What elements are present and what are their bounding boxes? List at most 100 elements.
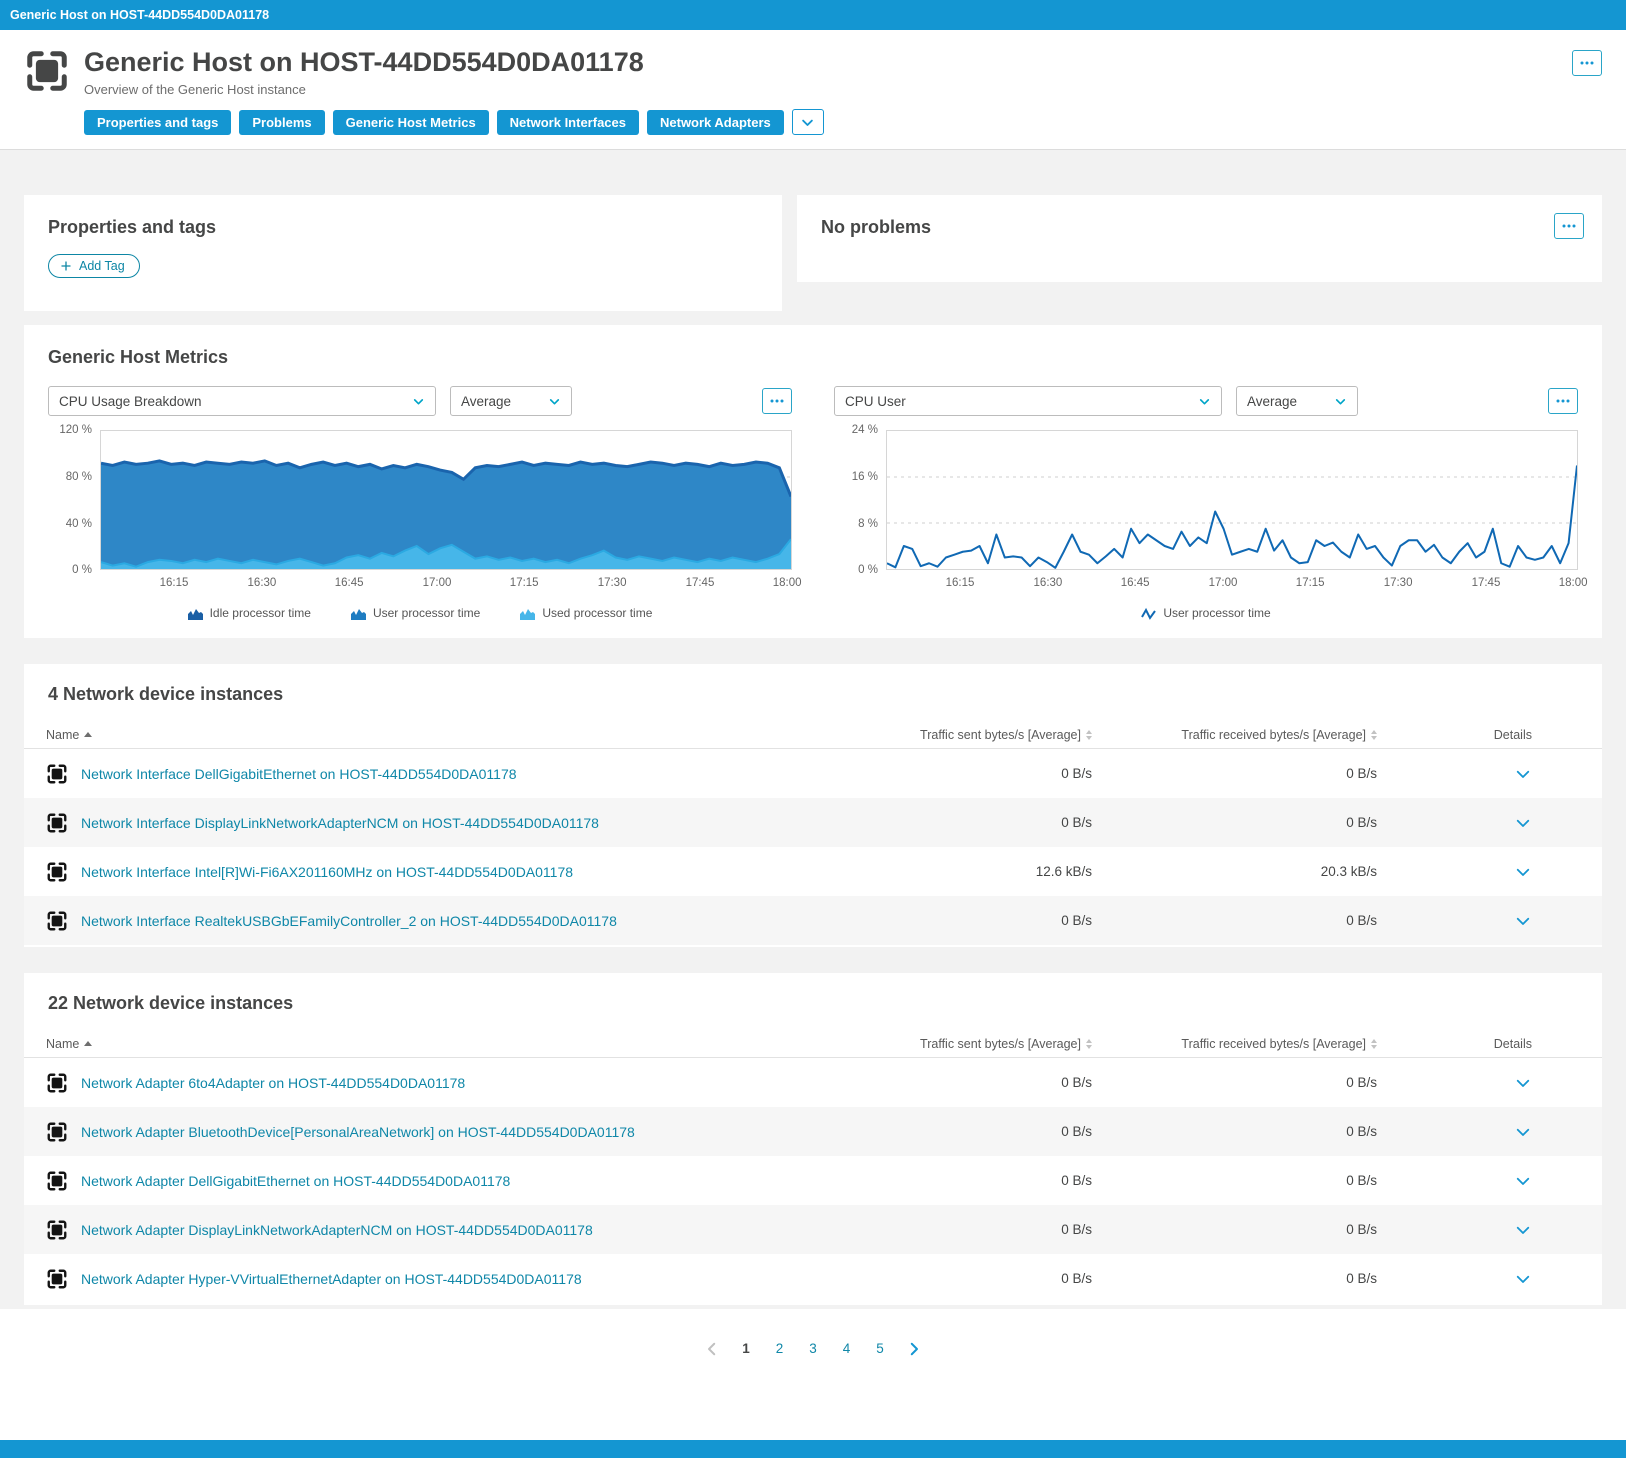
traffic-received-value: 0 B/s — [1092, 1173, 1377, 1188]
expand-row-chevron-icon[interactable] — [1514, 814, 1532, 832]
legend-item[interactable]: Idle processor time — [188, 606, 311, 620]
page-title: Generic Host on HOST-44DD554D0DA01178 — [84, 46, 644, 78]
pagination-page[interactable]: 3 — [804, 1339, 822, 1358]
legend-item[interactable]: User processor time — [1141, 606, 1270, 620]
expand-row-chevron-icon[interactable] — [1514, 1270, 1532, 1288]
tab-button[interactable]: Problems — [239, 110, 324, 135]
metric-selector-dropdown[interactable]: CPU Usage Breakdown — [48, 386, 436, 416]
chart-more-button[interactable] — [1548, 388, 1578, 414]
host-icon — [46, 1170, 68, 1192]
more-tabs-button[interactable] — [792, 109, 824, 135]
network-adapters-card: 22 Network device instances Name Traffic… — [24, 973, 1602, 1305]
traffic-received-value: 0 B/s — [1092, 766, 1377, 781]
tab-button[interactable]: Network Interfaces — [497, 110, 639, 135]
sort-by-name-header[interactable]: Name — [46, 1037, 92, 1051]
chart-legend: Idle processor time User processor time — [48, 606, 792, 620]
host-icon — [46, 812, 68, 834]
table-row: Network Adapter DisplayLinkNetworkAdapte… — [24, 1205, 1602, 1254]
device-link[interactable]: Network Interface DisplayLinkNetworkAdap… — [81, 815, 599, 831]
details-header: Details — [1377, 1037, 1602, 1051]
table-row: Network Adapter DellGigabitEthernet on H… — [24, 1156, 1602, 1205]
host-icon — [46, 1219, 68, 1241]
table-header-row: Name Traffic sent bytes/s [Average] Traf… — [24, 1030, 1602, 1058]
sort-by-name-header[interactable]: Name — [46, 728, 92, 742]
traffic-received-value: 0 B/s — [1092, 1075, 1377, 1090]
ellipsis-icon — [1577, 53, 1597, 73]
table-row: Network Adapter BluetoothDevice[Personal… — [24, 1107, 1602, 1156]
problems-card: No problems — [797, 195, 1602, 282]
aggregation-dropdown[interactable]: Average — [1236, 386, 1358, 416]
legend-item[interactable]: User processor time — [351, 606, 480, 620]
view-tabs: Properties and tags Problems Generic Hos… — [84, 109, 1602, 135]
aggregation-dropdown[interactable]: Average — [450, 386, 572, 416]
expand-row-chevron-icon[interactable] — [1514, 1172, 1532, 1190]
y-axis-labels: 24 %16 %8 %0 % — [834, 423, 886, 577]
expand-row-chevron-icon[interactable] — [1514, 1123, 1532, 1141]
device-link[interactable]: Network Adapter DisplayLinkNetworkAdapte… — [81, 1222, 593, 1238]
device-link[interactable]: Network Adapter 6to4Adapter on HOST-44DD… — [81, 1075, 465, 1091]
header-more-button[interactable] — [1572, 50, 1602, 76]
sort-by-sent-header[interactable]: Traffic sent bytes/s [Average] — [920, 1037, 1092, 1051]
traffic-received-value: 0 B/s — [1092, 913, 1377, 928]
tab-button[interactable]: Generic Host Metrics — [333, 110, 489, 135]
device-link[interactable]: Network Interface Intel[R]Wi-Fi6AX201160… — [81, 864, 573, 880]
host-icon — [24, 48, 70, 94]
host-icon — [46, 861, 68, 883]
device-link[interactable]: Network Interface DellGigabitEthernet on… — [81, 766, 517, 782]
host-icon — [46, 1072, 68, 1094]
traffic-sent-value: 0 B/s — [807, 815, 1092, 830]
cpu-usage-chart-plot[interactable] — [100, 430, 792, 570]
chevron-down-icon — [412, 395, 425, 408]
area-series-icon — [351, 607, 366, 620]
traffic-received-value: 0 B/s — [1092, 1222, 1377, 1237]
expand-row-chevron-icon[interactable] — [1514, 765, 1532, 783]
host-icon — [46, 1121, 68, 1143]
expand-row-chevron-icon[interactable] — [1514, 1221, 1532, 1239]
x-axis-labels: 16:1516:3016:4517:0017:1517:3017:4518:00 — [886, 570, 1578, 594]
device-link[interactable]: Network Interface RealtekUSBGbEFamilyCon… — [81, 913, 617, 929]
page-subtitle: Overview of the Generic Host instance — [84, 82, 644, 97]
breadcrumb[interactable]: Generic Host on HOST-44DD554D0DA01178 — [10, 8, 269, 22]
traffic-sent-value: 0 B/s — [807, 1173, 1092, 1188]
metric-selector-dropdown[interactable]: CPU User — [834, 386, 1222, 416]
pagination-page[interactable]: 4 — [838, 1339, 856, 1358]
pagination-page[interactable]: 5 — [871, 1339, 889, 1358]
sort-by-sent-header[interactable]: Traffic sent bytes/s [Average] — [920, 728, 1092, 742]
traffic-received-value: 0 B/s — [1092, 815, 1377, 830]
traffic-sent-value: 0 B/s — [807, 1075, 1092, 1090]
legend-item[interactable]: Used processor time — [520, 606, 652, 620]
ellipsis-icon — [1559, 216, 1579, 236]
expand-row-chevron-icon[interactable] — [1514, 1074, 1532, 1092]
sort-ascending-icon — [84, 1041, 92, 1046]
traffic-sent-value: 0 B/s — [807, 1222, 1092, 1237]
expand-row-chevron-icon[interactable] — [1514, 912, 1532, 930]
cpu-user-chart-plot[interactable] — [886, 430, 1578, 570]
traffic-sent-value: 12.6 kB/s — [807, 864, 1092, 879]
traffic-sent-value: 0 B/s — [807, 1271, 1092, 1286]
expand-row-chevron-icon[interactable] — [1514, 863, 1532, 881]
sort-by-received-header[interactable]: Traffic received bytes/s [Average] — [1181, 1037, 1377, 1051]
pagination-prev-icon[interactable] — [703, 1340, 721, 1358]
area-series-icon — [520, 607, 535, 620]
table-row: Network Adapter Hyper-VVirtualEthernetAd… — [24, 1254, 1602, 1303]
chevron-down-icon — [800, 115, 815, 130]
device-link[interactable]: Network Adapter DellGigabitEthernet on H… — [81, 1173, 510, 1189]
sort-by-received-header[interactable]: Traffic received bytes/s [Average] — [1181, 728, 1377, 742]
host-icon — [46, 910, 68, 932]
chevron-down-icon — [548, 395, 561, 408]
pagination-next-icon[interactable] — [905, 1340, 923, 1358]
device-link[interactable]: Network Adapter BluetoothDevice[Personal… — [81, 1124, 635, 1140]
properties-card: Properties and tags Add Tag — [24, 195, 782, 311]
pagination-page[interactable]: 2 — [771, 1339, 789, 1358]
chart-more-button[interactable] — [762, 388, 792, 414]
details-header: Details — [1377, 728, 1602, 742]
tab-button[interactable]: Properties and tags — [84, 110, 231, 135]
tab-button[interactable]: Network Adapters — [647, 110, 784, 135]
device-link[interactable]: Network Adapter Hyper-VVirtualEthernetAd… — [81, 1271, 582, 1287]
problems-more-button[interactable] — [1554, 213, 1584, 239]
pagination-page[interactable]: 1 — [737, 1339, 755, 1358]
chevron-down-icon — [1334, 395, 1347, 408]
traffic-received-value: 0 B/s — [1092, 1124, 1377, 1139]
problems-card-title: No problems — [821, 217, 1578, 238]
add-tag-button[interactable]: Add Tag — [48, 254, 140, 278]
